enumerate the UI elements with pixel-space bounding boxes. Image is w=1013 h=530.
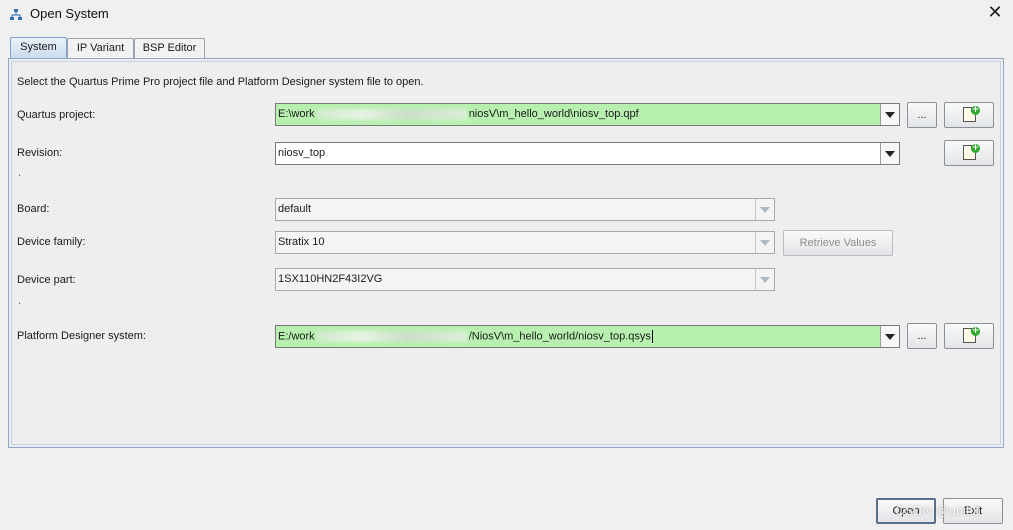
tab-bsp-editor[interactable]: BSP Editor [134, 38, 205, 58]
network-icon [10, 9, 22, 20]
tab-label: BSP Editor [142, 42, 197, 54]
browse-quartus-button[interactable]: ... [907, 102, 937, 128]
path-suffix: /NiosV\m_hello_world/niosv_top.qsys [468, 330, 651, 343]
path-prefix: E:/work [278, 330, 315, 343]
chevron-down-icon[interactable] [755, 199, 774, 220]
board-value: default [278, 203, 312, 215]
chevron-down-icon[interactable] [755, 269, 774, 290]
device-family-label: Device family: [17, 236, 86, 248]
intro-text: Select the Quartus Prime Pro project fil… [17, 76, 424, 88]
device-part-label: Device part: [17, 274, 76, 286]
revision-label: Revision: [17, 147, 63, 159]
platform-designer-value: E:/work/NiosV\m_hello_world/niosv_top.qs… [278, 330, 653, 343]
board-label: Board: [17, 203, 50, 215]
quartus-project-label: Quartus project: [17, 109, 96, 121]
close-icon[interactable]: ✕ [984, 2, 1006, 24]
plus-icon: + [971, 143, 980, 153]
path-prefix: E:\work [278, 108, 315, 120]
board-combo[interactable]: default [275, 198, 775, 221]
browse-platform-designer-button[interactable]: ... [907, 323, 937, 349]
plus-icon: + [971, 326, 980, 336]
quartus-project-combo[interactable]: E:\work niosV\m_hello_world\niosv_top.qpf [275, 103, 900, 126]
device-part-combo[interactable]: 1SX110HN2F43I2VG [275, 268, 775, 291]
platform-designer-combo[interactable]: E:/work/NiosV\m_hello_world/niosv_top.qs… [275, 325, 900, 348]
separator-dot: . [18, 296, 22, 307]
chevron-down-icon[interactable] [880, 326, 899, 347]
new-revision-button[interactable]: + [944, 140, 994, 166]
revision-value: niosv_top [278, 147, 326, 159]
tab-label: IP Variant [76, 42, 125, 54]
tab-label: System [20, 41, 57, 53]
plus-icon: + [971, 105, 980, 115]
exit-button[interactable]: Exit [943, 498, 1003, 524]
window-title: Open System [30, 6, 109, 21]
device-family-value: Stratix 10 [278, 236, 325, 248]
title-bar: Open System ✕ [0, 0, 1013, 28]
device-family-combo[interactable]: Stratix 10 [275, 231, 775, 254]
tab-ip-variant[interactable]: IP Variant [67, 38, 134, 58]
chevron-down-icon[interactable] [755, 232, 774, 253]
open-button[interactable]: Open [876, 498, 936, 524]
redacted-path-segment [316, 331, 467, 342]
new-platform-designer-button[interactable]: + [944, 323, 994, 349]
quartus-project-value: E:\work niosV\m_hello_world\niosv_top.qpf [278, 108, 639, 120]
chevron-down-icon[interactable] [880, 143, 899, 164]
path-suffix: niosV\m_hello_world\niosv_top.qpf [468, 108, 639, 120]
redacted-path-segment [316, 108, 467, 120]
text-caret [651, 330, 653, 343]
retrieve-values-button[interactable]: Retrieve Values [783, 230, 893, 256]
chevron-down-icon[interactable] [880, 104, 899, 125]
new-quartus-project-button[interactable]: + [944, 102, 994, 128]
platform-designer-label: Platform Designer system: [17, 330, 146, 342]
device-part-value: 1SX110HN2F43I2VG [278, 273, 383, 285]
separator-dot: . [18, 168, 22, 179]
tab-system[interactable]: System [10, 37, 67, 59]
revision-combo[interactable]: niosv_top [275, 142, 900, 165]
